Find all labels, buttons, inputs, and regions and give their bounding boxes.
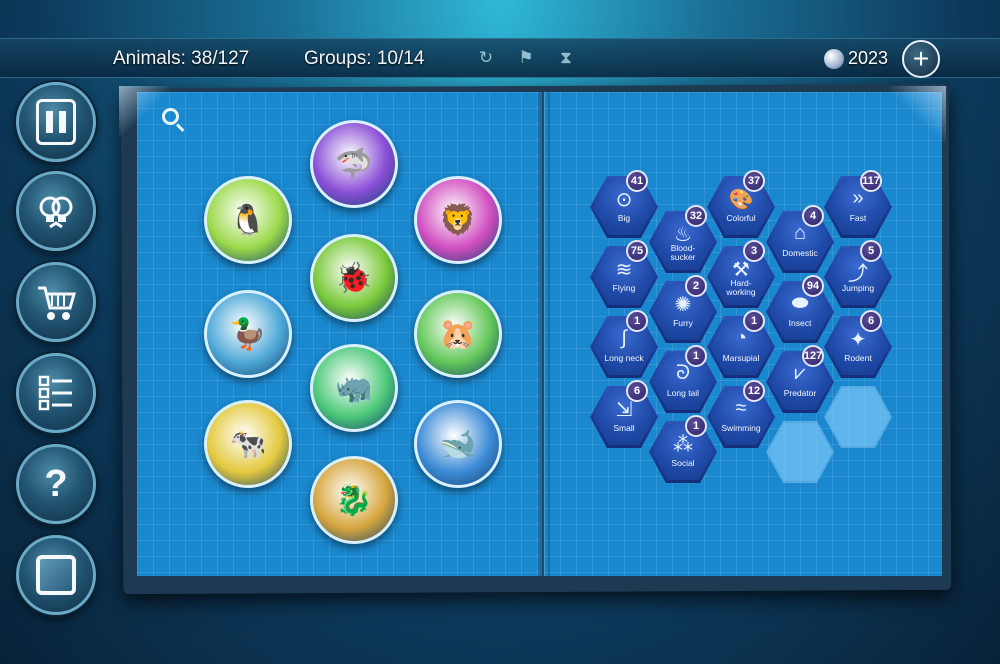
group-icon: ≋ [615,259,633,281]
medallion-waterfowl[interactable]: 🦆 [204,290,292,378]
groups-counter: Groups: 10/14 [304,48,425,69]
pause-button[interactable] [16,82,96,162]
medallion-rodents[interactable]: 🐹 [414,290,502,378]
group-count-badge: 94 [802,275,824,297]
animals-counter: Animals: 38/127 [113,48,250,69]
coin-balance: 2023 [824,48,888,69]
group-label: Social [671,458,695,468]
search-button[interactable] [160,106,186,132]
group-count-badge: 2 [685,275,707,297]
group-icon: 🎨 [728,189,754,211]
group-label: Colorful [726,213,756,223]
group-label: Blood- sucker [670,243,696,262]
group-count-badge: 1 [685,345,707,367]
group-icon: ⬬ [791,292,809,314]
window-icon [36,555,76,595]
group-label: Furry [673,318,693,328]
pause-icon [36,99,76,145]
group-count-badge: 6 [860,310,882,332]
group-count-badge: 127 [802,345,824,367]
hourglass-icon[interactable]: ⧗ [552,42,580,74]
group-label: Jumping [841,283,875,293]
group-count-badge: 75 [626,240,648,262]
medallion-rhino-hippo[interactable]: 🦏 [310,344,398,432]
group-label: Hard- working [726,278,756,297]
hint-button[interactable] [16,171,96,251]
group-count-badge: 1 [685,415,707,437]
group-icon: ⁂ [673,434,693,456]
group-label: Small [613,423,635,433]
group-label: Predator [783,388,817,398]
checklist-icon [38,375,72,411]
objectives-button[interactable] [16,353,96,433]
medallion-dragon-chimera[interactable]: 🐉 [310,456,398,544]
group-icon: ⤴ [848,263,868,285]
plus-icon: + [912,43,930,74]
medallion-fish-shark[interactable]: 🦈 [310,120,398,208]
coin-icon [824,48,844,69]
group-icon: ∫ [621,327,627,349]
medallion-insects[interactable]: 🐞 [310,234,398,322]
group-icon: ⌂ [793,222,807,244]
group-label: Domestic [782,248,818,258]
group-count-badge: 1 [743,310,765,332]
hint-lightbulb-icon [39,196,73,229]
group-icon: ◔ [734,327,748,349]
refresh-icon[interactable]: ↻ [472,42,500,74]
book-spine [538,92,550,576]
group-label: Flying [612,283,636,293]
group-count-badge: 117 [860,170,882,192]
group-count-badge: 6 [626,380,648,402]
group-label: Rodent [844,353,872,363]
coin-count: 2023 [848,48,889,68]
group-count-badge: 3 [743,240,765,262]
shop-button[interactable] [16,262,96,342]
help-button[interactable]: ? [16,444,96,524]
group-icon: ✦ [849,329,867,351]
group-label: Big [617,213,631,223]
group-icon: ⩗ [794,362,806,384]
group-label: Long neck [604,353,644,363]
search-icon [162,108,179,125]
group-label: Marsupial [722,353,760,363]
medallion-whale-dolphin[interactable]: 🐋 [414,400,502,488]
shop-cart-icon [38,286,76,320]
group-label: Fast [849,213,867,223]
group-count-badge: 4 [802,205,824,227]
group-count-badge: 32 [685,205,707,227]
group-count-badge: 12 [743,380,765,402]
window-button[interactable] [16,535,96,615]
group-icon: ᘐ [675,362,691,384]
medallion-big-cats[interactable]: 🦁 [414,176,502,264]
group-icon: ⊙ [615,189,633,211]
group-icon: ≈ [735,397,747,419]
group-icon: ⇲ [615,399,633,421]
add-coins-button[interactable]: + [902,40,940,78]
group-icon: » [852,187,864,209]
top-bar: Animals: 38/127 Groups: 10/14 ↻ ⚑ ⧗ 2023… [0,38,1000,78]
group-count-badge: 5 [860,240,882,262]
group-label: Swimming [721,423,761,433]
group-label: Long tail [666,388,700,398]
medallion-birds[interactable]: 🐧 [204,176,292,264]
help-question-icon: ? [44,462,68,505]
medallion-farm-animals[interactable]: 🐄 [204,400,292,488]
group-icon: ✺ [674,294,692,316]
page-corner-right [890,86,946,142]
group-count-badge: 41 [626,170,648,192]
group-count-badge: 37 [743,170,765,192]
group-count-badge: 1 [626,310,648,332]
group-label: Insect [788,318,812,328]
checkered-flag-icon[interactable]: ⚑ [512,42,540,74]
